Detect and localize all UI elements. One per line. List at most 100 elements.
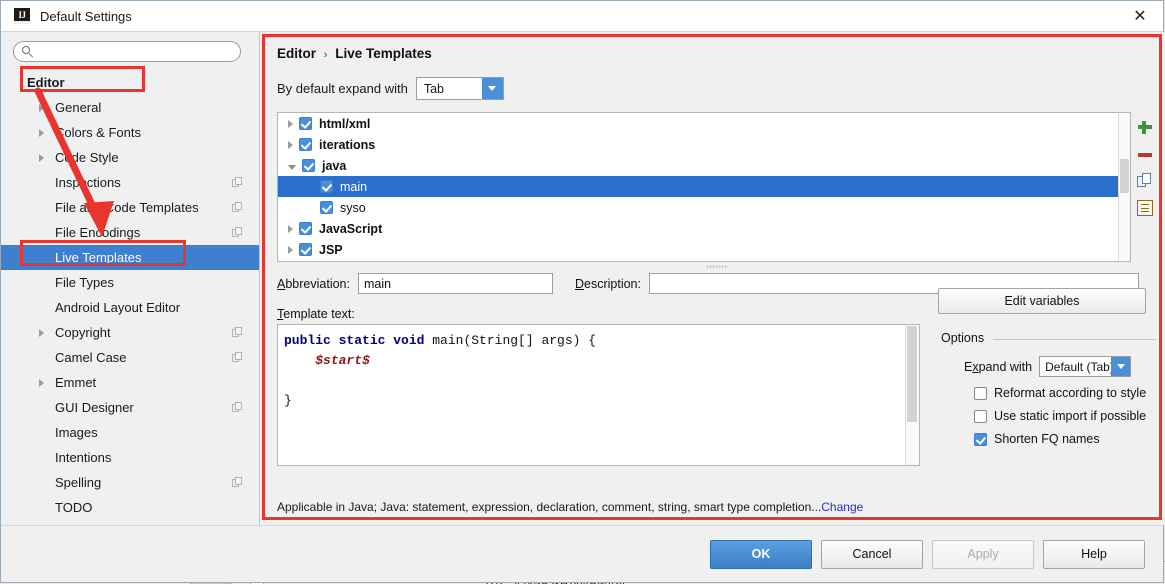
intellij-logo-icon: IJ [14,8,30,24]
template-text-editor[interactable]: public static void main(String[] args) {… [277,324,920,466]
expand-with-dropdown[interactable]: Default (Tab) [1039,356,1132,377]
sidebar-item-label: Copyright [55,325,111,340]
sidebar-item-label: Camel Case [55,350,127,365]
code-scrollbar[interactable] [905,325,919,465]
sidebar-item-android-layout-editor[interactable]: Android Layout Editor [1,295,259,320]
sidebar-item-inspections[interactable]: Inspections [1,170,259,195]
sidebar-item-label: Inspections [55,175,121,190]
options-title: Options [941,331,1156,345]
search-input[interactable] [39,43,232,60]
sidebar-item-label: Code Style [55,150,119,165]
copy-settings-icon[interactable] [232,477,243,488]
edit-variables-button[interactable]: Edit variables [938,288,1146,314]
cancel-button[interactable]: Cancel [821,539,923,569]
chevron-down-icon[interactable] [481,78,503,99]
template-checkbox[interactable] [299,117,312,130]
checkbox[interactable] [974,432,987,446]
close-icon[interactable]: ✕ [1117,1,1163,30]
template-label: main [340,179,368,194]
dialog-titlebar: IJ Default Settings ✕ [1,1,1163,32]
remove-template-button[interactable] [1137,146,1153,162]
sidebar-item-label: File Types [55,275,115,290]
option-checkbox-row[interactable]: Reformat according to style [974,386,1156,400]
template-checkbox[interactable] [299,138,312,151]
search-box[interactable] [13,41,241,62]
sidebar-item-label: Colors & Fonts [55,125,141,140]
chevron-right-icon[interactable] [288,119,293,128]
options-panel: Edit variables Options Expand with Defau… [938,288,1156,525]
copy-settings-icon[interactable] [232,177,243,188]
template-row[interactable]: html/xml [278,113,1118,134]
sidebar-item-emmet[interactable]: Emmet [1,370,259,395]
template-editor-options-row: public static void main(String[] args) {… [277,288,1156,525]
sidebar-item-file-and-code-templates[interactable]: File and Code Templates [1,195,259,220]
copy-settings-icon[interactable] [232,202,243,213]
chevron-right-icon[interactable] [39,153,44,162]
breadcrumb-parent[interactable]: Editor [277,46,316,61]
default-expand-dropdown[interactable]: Tab [415,77,504,100]
template-tree-scrollbar[interactable] [1118,112,1131,262]
chevron-right-icon[interactable] [39,103,44,112]
dialog-title: Default Settings [40,8,132,24]
template-code[interactable]: public static void main(String[] args) {… [278,325,905,465]
chevron-right-icon[interactable] [288,245,293,254]
change-context-link[interactable]: Change [821,500,863,514]
sidebar-item-file-types[interactable]: File Types [1,270,259,295]
sidebar-item-intentions[interactable]: Intentions [1,445,259,470]
sidebar-item-todo[interactable]: TODO [1,495,259,520]
template-checkbox[interactable] [320,201,333,214]
template-row[interactable]: syso [278,197,1118,218]
sidebar-item-code-style[interactable]: Code Style [1,145,259,170]
sidebar-item-spelling[interactable]: Spelling [1,470,259,495]
edit-variables-label: Edit variables [1004,294,1080,308]
sidebar-item-editor[interactable]: Editor [1,70,259,95]
template-row[interactable]: JavaScript [278,218,1118,239]
chevron-down-icon[interactable] [1111,357,1131,376]
apply-button[interactable]: Apply [932,539,1034,569]
sidebar-item-colors-fonts[interactable]: Colors & Fonts [1,120,259,145]
sidebar-item-general[interactable]: General [1,95,259,120]
chevron-right-icon[interactable] [288,140,293,149]
template-checkbox[interactable] [302,159,315,172]
chevron-down-icon[interactable] [288,164,296,170]
chevron-right-icon[interactable] [39,328,44,337]
copy-settings-icon[interactable] [232,227,243,238]
sidebar-item-camel-case[interactable]: Camel Case [1,345,259,370]
option-checkbox-row[interactable]: Use static import if possible [974,409,1156,423]
template-checkbox[interactable] [299,243,312,256]
checkbox[interactable] [974,386,987,400]
template-checkbox[interactable] [299,222,312,235]
add-template-button[interactable] [1137,119,1153,135]
template-tree[interactable]: html/xml iterations java main syso JavaScript… [277,112,1118,262]
checkbox[interactable] [974,409,987,423]
template-row[interactable]: main [278,176,1118,197]
settings-sidebar: Editor General Colors & Fonts Code Style Ins… [1,32,260,525]
duplicate-template-button[interactable] [1137,173,1153,189]
sidebar-item-live-templates[interactable]: Live Templates [1,245,259,270]
template-row[interactable]: JSP [278,239,1118,260]
chevron-right-icon[interactable] [39,128,44,137]
template-group-button[interactable] [1137,200,1153,216]
sidebar-item-label: TODO [55,500,93,515]
panel-splitter[interactable] [277,262,1156,271]
chevron-right-icon[interactable] [39,378,44,387]
ok-button[interactable]: OK [710,539,812,569]
chevron-right-icon[interactable] [288,224,293,233]
sidebar-item-gui-designer[interactable]: GUI Designer [1,395,259,420]
option-checkbox-row[interactable]: Shorten FQ names [974,432,1156,446]
abbreviation-input[interactable] [357,273,553,294]
template-row[interactable]: iterations [278,134,1118,155]
template-row[interactable]: java [278,155,1118,176]
help-button[interactable]: Help [1043,539,1145,569]
copy-settings-icon[interactable] [232,402,243,413]
template-tree-toolbar [1131,112,1159,262]
copy-settings-icon[interactable] [232,352,243,363]
sidebar-item-file-encodings[interactable]: File Encodings [1,220,259,245]
sidebar-item-images[interactable]: Images [1,420,259,445]
template-checkbox[interactable] [320,180,333,193]
code-scrollbar-thumb[interactable] [907,326,917,422]
scrollbar-thumb[interactable] [1120,159,1129,193]
code-signature: main(String[] args) { [432,333,597,348]
sidebar-item-copyright[interactable]: Copyright [1,320,259,345]
copy-settings-icon[interactable] [232,327,243,338]
